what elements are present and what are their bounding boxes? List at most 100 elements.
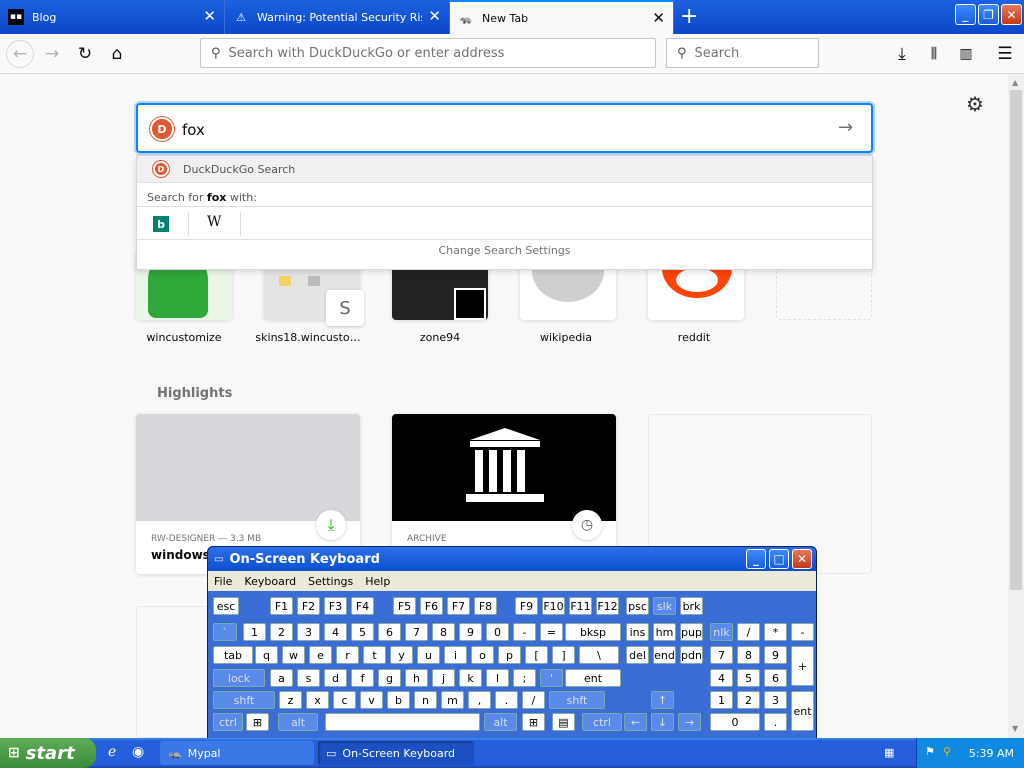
url-bar[interactable]: ⚲ Search with DuckDuckGo or enter addres… — [200, 38, 656, 68]
keyboard-tray-icon[interactable]: ▦ — [884, 746, 894, 759]
key-h[interactable]: h — [405, 669, 428, 687]
key-7[interactable]: 7 — [710, 646, 733, 664]
key-_9636[interactable]: ▤ — [552, 713, 575, 731]
key-_96[interactable]: ` — [213, 623, 237, 641]
scrollbar[interactable]: ▲ ▼ — [1008, 74, 1024, 738]
key-5[interactable]: 5 — [737, 669, 760, 687]
key-esc[interactable]: esc — [213, 597, 239, 615]
menu-help[interactable]: Help — [359, 575, 396, 588]
key-F7[interactable]: F7 — [447, 597, 470, 615]
key-7[interactable]: 7 — [405, 623, 428, 641]
menu-settings[interactable]: Settings — [302, 575, 359, 588]
key-8[interactable]: 8 — [432, 623, 455, 641]
tab-new-tab[interactable]: 🦡 New Tab ✕ — [450, 0, 674, 34]
library-icon[interactable]: ⫼ — [920, 40, 948, 68]
key-_8862[interactable]: ⊞ — [522, 713, 545, 731]
key-lock[interactable]: lock — [213, 669, 265, 687]
maximize-button[interactable]: □ — [769, 549, 789, 569]
key-9[interactable]: 9 — [459, 623, 482, 641]
key-nlk[interactable]: nlk — [710, 623, 733, 641]
key-j[interactable]: j — [432, 669, 455, 687]
key-F1[interactable]: F1 — [270, 597, 293, 615]
key-bksp[interactable]: bksp — [565, 623, 621, 641]
search-icon[interactable]: ⚲ — [943, 745, 951, 758]
key-w[interactable]: w — [282, 646, 305, 664]
key-ent[interactable]: ent — [565, 669, 621, 687]
tab-blog[interactable]: ▪▪ Blog ✕ — [0, 0, 225, 34]
ie-icon[interactable]: ℯ — [108, 744, 116, 760]
key-F8[interactable]: F8 — [474, 597, 497, 615]
key-4[interactable]: 4 — [324, 623, 347, 641]
key-_44[interactable]: , — [468, 691, 491, 709]
key-0[interactable]: 0 — [486, 623, 509, 641]
reload-icon[interactable]: ↻ — [71, 40, 99, 68]
key-F4[interactable]: F4 — [351, 597, 374, 615]
key-d[interactable]: d — [324, 669, 347, 687]
key-ctrl[interactable]: ctrl — [213, 713, 243, 731]
new-tab-plus-icon[interactable]: + — [680, 4, 698, 29]
key-F6[interactable]: F6 — [420, 597, 443, 615]
sidebar-icon[interactable]: ▥ — [952, 40, 980, 68]
key-_8592[interactable]: ← — [624, 713, 647, 731]
close-icon[interactable]: ✕ — [428, 9, 441, 24]
key-_92[interactable]: \ — [579, 646, 619, 664]
key-_61[interactable]: = — [540, 623, 563, 641]
key-F5[interactable]: F5 — [393, 597, 416, 615]
key-shft[interactable]: shft — [549, 691, 605, 709]
key-3[interactable]: 3 — [297, 623, 320, 641]
osk-title-bar[interactable]: ▭ On-Screen Keyboard _ □ ✕ — [208, 547, 816, 571]
key-l[interactable]: l — [486, 669, 509, 687]
key-o[interactable]: o — [471, 646, 494, 664]
key-x[interactable]: x — [306, 691, 329, 709]
key-n[interactable]: n — [414, 691, 437, 709]
close-icon[interactable]: ✕ — [652, 11, 665, 26]
key-_46[interactable]: . — [764, 713, 787, 731]
gear-icon[interactable]: ⚙ — [966, 92, 984, 116]
menu-icon[interactable]: ☰ — [991, 40, 1019, 68]
key-s[interactable]: s — [297, 669, 320, 687]
key-_93[interactable]: ] — [552, 646, 575, 664]
key-F3[interactable]: F3 — [324, 597, 347, 615]
network-icon[interactable]: ⚑ — [925, 745, 935, 758]
key-0[interactable]: 0 — [710, 713, 760, 731]
key-F9[interactable]: F9 — [515, 597, 538, 615]
key-t[interactable]: t — [363, 646, 386, 664]
key-space[interactable] — [325, 713, 480, 731]
key-alt[interactable]: alt — [484, 713, 517, 731]
key-u[interactable]: u — [417, 646, 440, 664]
key-_46[interactable]: . — [495, 691, 518, 709]
key-_43[interactable]: + — [791, 646, 814, 686]
key-ent[interactable]: ent — [791, 691, 814, 731]
bing-icon[interactable]: b — [153, 216, 169, 232]
key-r[interactable]: r — [336, 646, 359, 664]
suggestion-engine-row[interactable]: D DuckDuckGo Search — [137, 156, 872, 182]
key-ctrl[interactable]: ctrl — [582, 713, 622, 731]
key-_39[interactable]: ' — [540, 669, 563, 687]
key-_91[interactable]: [ — [525, 646, 548, 664]
minimize-button[interactable]: _ — [955, 4, 976, 25]
forward-arrow-icon[interactable]: → — [38, 40, 66, 68]
content-search-box[interactable]: D fox → — [136, 103, 873, 153]
key-brk[interactable]: brk — [680, 597, 703, 615]
menu-keyboard[interactable]: Keyboard — [238, 575, 302, 588]
key-b[interactable]: b — [387, 691, 410, 709]
close-window-button[interactable]: ✕ — [1001, 4, 1022, 25]
key-1[interactable]: 1 — [710, 691, 733, 709]
key-c[interactable]: c — [333, 691, 356, 709]
key-3[interactable]: 3 — [764, 691, 787, 709]
key-alt[interactable]: alt — [278, 713, 318, 731]
key-_8862[interactable]: ⊞ — [246, 713, 269, 731]
search-go-arrow-icon[interactable]: → — [838, 117, 853, 138]
key-ins[interactable]: ins — [626, 623, 649, 641]
key-v[interactable]: v — [360, 691, 383, 709]
start-button[interactable]: ⊞ start — [0, 738, 96, 768]
minimize-button[interactable]: _ — [746, 549, 766, 569]
key-q[interactable]: q — [255, 646, 278, 664]
task-on-screen-keyboard[interactable]: ▭ On-Screen Keyboard — [318, 741, 474, 765]
key-slk[interactable]: slk — [653, 597, 676, 615]
key-_8595[interactable]: ↓ — [651, 713, 674, 731]
key-_59[interactable]: ; — [513, 669, 536, 687]
key-F2[interactable]: F2 — [297, 597, 320, 615]
restore-button[interactable]: ❐ — [978, 4, 999, 25]
close-window-button[interactable]: ✕ — [792, 549, 812, 569]
